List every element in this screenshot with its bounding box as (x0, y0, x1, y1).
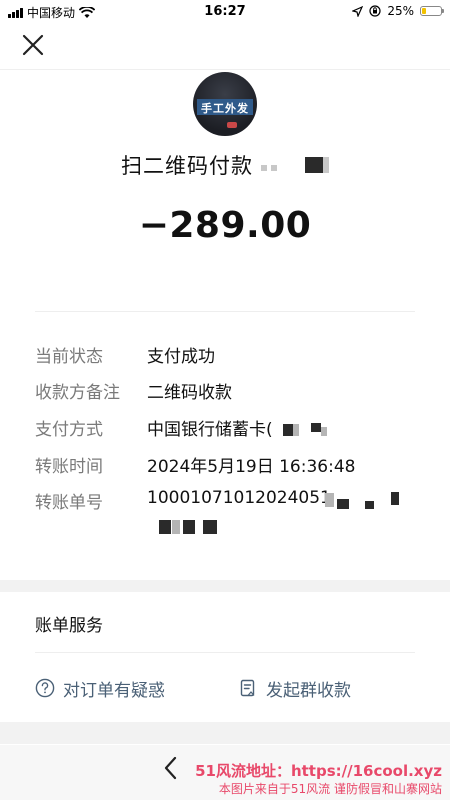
detail-value: 2024年5月19日 16:36:48 (147, 457, 356, 477)
detail-label: 当前状态 (35, 347, 103, 367)
detail-row-remark: 收款方备注 二维码收款 (35, 378, 435, 404)
detail-value: 二维码收款 (147, 383, 232, 403)
detail-label: 支付方式 (35, 420, 103, 440)
status-right: 25% (352, 4, 444, 18)
order-question-button[interactable]: 对订单有疑惑 (35, 675, 165, 701)
merchant-row: 扫二维码付款 (0, 150, 450, 180)
order-question-label: 对订单有疑惑 (63, 680, 165, 701)
detail-row-transaction-id: 转账单号 10001071012024051 (35, 488, 435, 544)
merchant-name-redaction (261, 165, 267, 171)
bill-service-title: 账单服务 (35, 616, 103, 636)
merchant-title: 扫二维码付款 (121, 154, 253, 178)
location-icon (352, 5, 364, 17)
amount-divider (35, 311, 415, 312)
merchant-avatar: 手工外发 (193, 72, 257, 136)
group-collect-label: 发起群收款 (266, 680, 351, 701)
detail-value: 中国银行储蓄卡( (147, 420, 273, 440)
battery-fill (422, 8, 426, 14)
bill-service-divider (35, 652, 415, 653)
transaction-id-redaction (325, 493, 334, 507)
detail-label: 收款方备注 (35, 383, 120, 403)
payment-detail-screen: 中国移动 16:27 25% 手工外发 扫二维码付款 −289.00 当前状态 … (0, 0, 450, 800)
question-circle-icon (35, 678, 55, 698)
avatar-sign-text: 手工外发 (201, 102, 249, 115)
detail-value: 10001071012024051 (147, 488, 331, 508)
section-separator (0, 722, 450, 744)
watermark: 51风流地址：https://16cool.xyz 本图片来自于51风流 谨防假… (195, 762, 442, 798)
group-collect-button[interactable]: 发起群收款 (238, 675, 351, 701)
battery-icon (420, 6, 444, 16)
detail-row-status: 当前状态 支付成功 (35, 342, 435, 368)
header-divider (0, 69, 450, 70)
document-icon (240, 679, 255, 697)
detail-row-time: 转账时间 2024年5月19日 16:36:48 (35, 452, 435, 478)
orientation-lock-icon (369, 5, 381, 17)
payment-amount: −289.00 (138, 205, 312, 246)
chevron-left-icon[interactable] (160, 755, 182, 781)
close-icon[interactable] (20, 32, 46, 58)
detail-row-payment-method: 支付方式 中国银行储蓄卡( (35, 415, 435, 441)
detail-value: 支付成功 (147, 347, 215, 367)
status-bar: 中国移动 16:27 25% (0, 0, 450, 22)
detail-label: 转账时间 (35, 457, 103, 477)
watermark-line2: 本图片来自于51风流 谨防假冒和山寨网站 (218, 782, 442, 796)
detail-label: 转账单号 (35, 493, 103, 513)
card-number-redaction (283, 424, 293, 436)
battery-percent: 25% (387, 4, 414, 18)
section-separator (0, 580, 450, 592)
watermark-line1: 51风流地址：https://16cool.xyz (195, 762, 442, 780)
